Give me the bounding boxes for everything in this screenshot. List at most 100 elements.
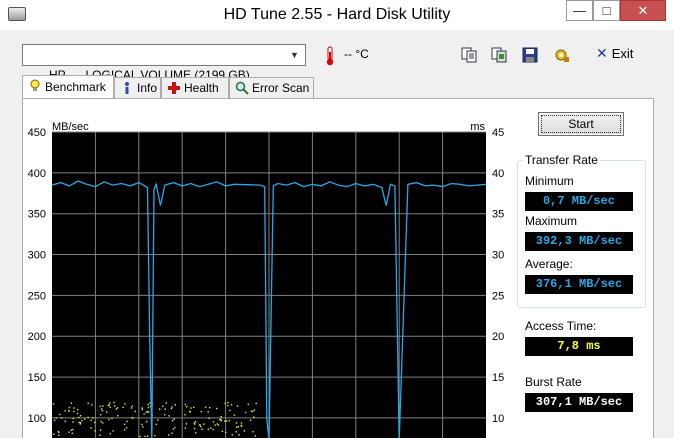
access-point: [162, 405, 164, 408]
access-point: [184, 414, 186, 416]
access-point: [52, 403, 55, 405]
minimum-value: 0,7 MB/sec: [525, 192, 633, 211]
access-point: [147, 406, 150, 409]
access-point: [99, 434, 101, 436]
access-point: [163, 414, 166, 416]
access-point: [203, 423, 205, 425]
access-point: [94, 430, 96, 432]
access-point: [210, 427, 212, 429]
access-point: [113, 401, 115, 404]
y-tick-right: 10: [492, 413, 504, 425]
access-point: [236, 405, 239, 407]
y-axis-left-label: MB/sec: [52, 121, 89, 133]
access-point: [131, 417, 133, 419]
access-point: [125, 427, 128, 429]
y-axis-right-label: ms: [470, 121, 485, 133]
access-point: [76, 412, 79, 415]
access-point: [72, 421, 74, 423]
access-point: [102, 422, 104, 424]
access-point: [231, 434, 233, 436]
access-point: [171, 432, 173, 434]
access-point: [55, 417, 57, 419]
access-point: [61, 417, 63, 419]
access-point: [68, 406, 70, 409]
average-label: Average:: [525, 257, 573, 271]
access-point: [64, 420, 66, 423]
access-point: [227, 404, 229, 407]
access-point: [221, 430, 224, 432]
access-point: [217, 424, 220, 426]
access-point: [91, 404, 93, 406]
access-point: [252, 410, 254, 413]
access-point: [144, 435, 146, 438]
access-time-label: Access Time:: [525, 319, 597, 333]
burst-rate-value: 307,1 MB/sec: [525, 393, 633, 412]
access-point: [194, 421, 197, 423]
access-point: [230, 403, 233, 406]
access-point: [147, 403, 149, 406]
start-button[interactable]: Start: [538, 112, 624, 136]
access-point: [131, 405, 133, 407]
access-point: [106, 411, 108, 413]
access-point: [237, 426, 239, 428]
access-point: [124, 403, 126, 405]
access-point: [79, 423, 81, 425]
access-point: [207, 428, 210, 430]
access-point: [90, 427, 92, 429]
y-tick-right: 20: [492, 331, 504, 343]
access-point: [114, 405, 116, 407]
y-tick-left: 250: [28, 290, 46, 302]
access-point: [224, 402, 226, 405]
access-point: [164, 408, 166, 410]
access-point: [201, 428, 203, 430]
access-point: [174, 404, 176, 406]
access-point: [142, 426, 144, 428]
access-point: [185, 423, 188, 425]
access-point: [146, 420, 148, 423]
access-point: [87, 402, 89, 404]
y-axis-right: 10 15 20 25 30 35 40 45: [492, 127, 504, 425]
y-tick-left: 450: [28, 127, 46, 139]
access-point: [147, 435, 149, 437]
access-point: [220, 416, 222, 418]
y-tick-left: 200: [28, 331, 46, 343]
access-point: [79, 422, 82, 424]
access-point: [216, 407, 218, 410]
access-point: [173, 418, 175, 420]
average-value: 376,1 MB/sec: [525, 275, 633, 294]
access-point: [193, 422, 195, 424]
y-tick-left: 400: [28, 168, 46, 180]
access-point: [190, 407, 192, 409]
burst-rate-label: Burst Rate: [525, 375, 582, 389]
access-point: [70, 429, 72, 431]
access-time-value: 7,8 ms: [525, 337, 633, 356]
access-point: [220, 418, 222, 421]
y-tick-right: 45: [492, 127, 504, 139]
access-point: [167, 434, 170, 436]
access-point: [100, 420, 102, 423]
access-point: [123, 423, 126, 425]
access-point: [200, 410, 202, 413]
access-point: [117, 415, 119, 417]
access-point: [227, 401, 229, 404]
access-point: [207, 411, 209, 413]
y-tick-left: 300: [28, 250, 46, 262]
access-point: [102, 405, 104, 407]
access-point: [68, 410, 70, 412]
access-point: [58, 434, 60, 436]
access-point: [111, 417, 113, 420]
access-point: [170, 407, 173, 410]
access-point: [195, 432, 197, 434]
app-window: HD Tune 2.55 - Hard Disk Utility — □ ✕ H…: [0, 0, 674, 438]
access-point: [78, 416, 80, 419]
access-point: [141, 407, 143, 409]
access-point: [78, 421, 80, 424]
access-point: [243, 430, 246, 432]
access-point: [254, 435, 256, 437]
access-point: [68, 431, 70, 433]
y-tick-left: 350: [28, 209, 46, 221]
access-point: [235, 422, 238, 424]
access-point: [59, 413, 61, 416]
access-point: [240, 424, 243, 426]
access-point: [225, 431, 227, 434]
